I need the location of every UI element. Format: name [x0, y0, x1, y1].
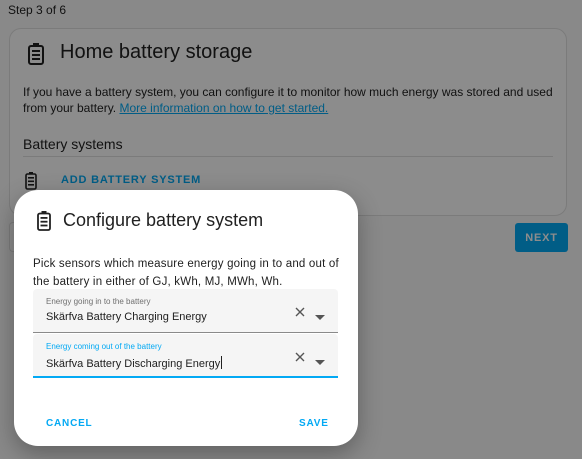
configure-battery-dialog: Configure battery system Pick sensors wh…	[14, 190, 358, 446]
clear-icon[interactable]	[295, 349, 305, 367]
energy-out-value[interactable]: Skärfva Battery Discharging Energy	[46, 358, 220, 370]
battery-icon	[37, 211, 51, 236]
energy-out-value-wrapper[interactable]: Skärfva Battery Discharging Energy	[46, 356, 223, 370]
energy-in-field[interactable]: Energy going in to the battery Skärfva B…	[33, 289, 338, 333]
text-cursor	[221, 356, 223, 369]
dialog-title: Configure battery system	[63, 210, 264, 230]
energy-out-field[interactable]: Energy coming out of the battery Skärfva…	[33, 334, 338, 378]
energy-in-value[interactable]: Skärfva Battery Charging Energy	[46, 311, 207, 323]
clear-icon[interactable]	[295, 304, 305, 322]
energy-out-label: Energy coming out of the battery	[46, 342, 162, 351]
save-button[interactable]: SAVE	[299, 418, 329, 429]
cancel-button[interactable]: CANCEL	[46, 418, 92, 429]
dropdown-arrow-icon[interactable]	[315, 353, 325, 371]
energy-in-label: Energy going in to the battery	[46, 297, 151, 306]
dialog-description: Pick sensors which measure energy going …	[33, 258, 339, 288]
dropdown-arrow-icon[interactable]	[315, 308, 325, 326]
